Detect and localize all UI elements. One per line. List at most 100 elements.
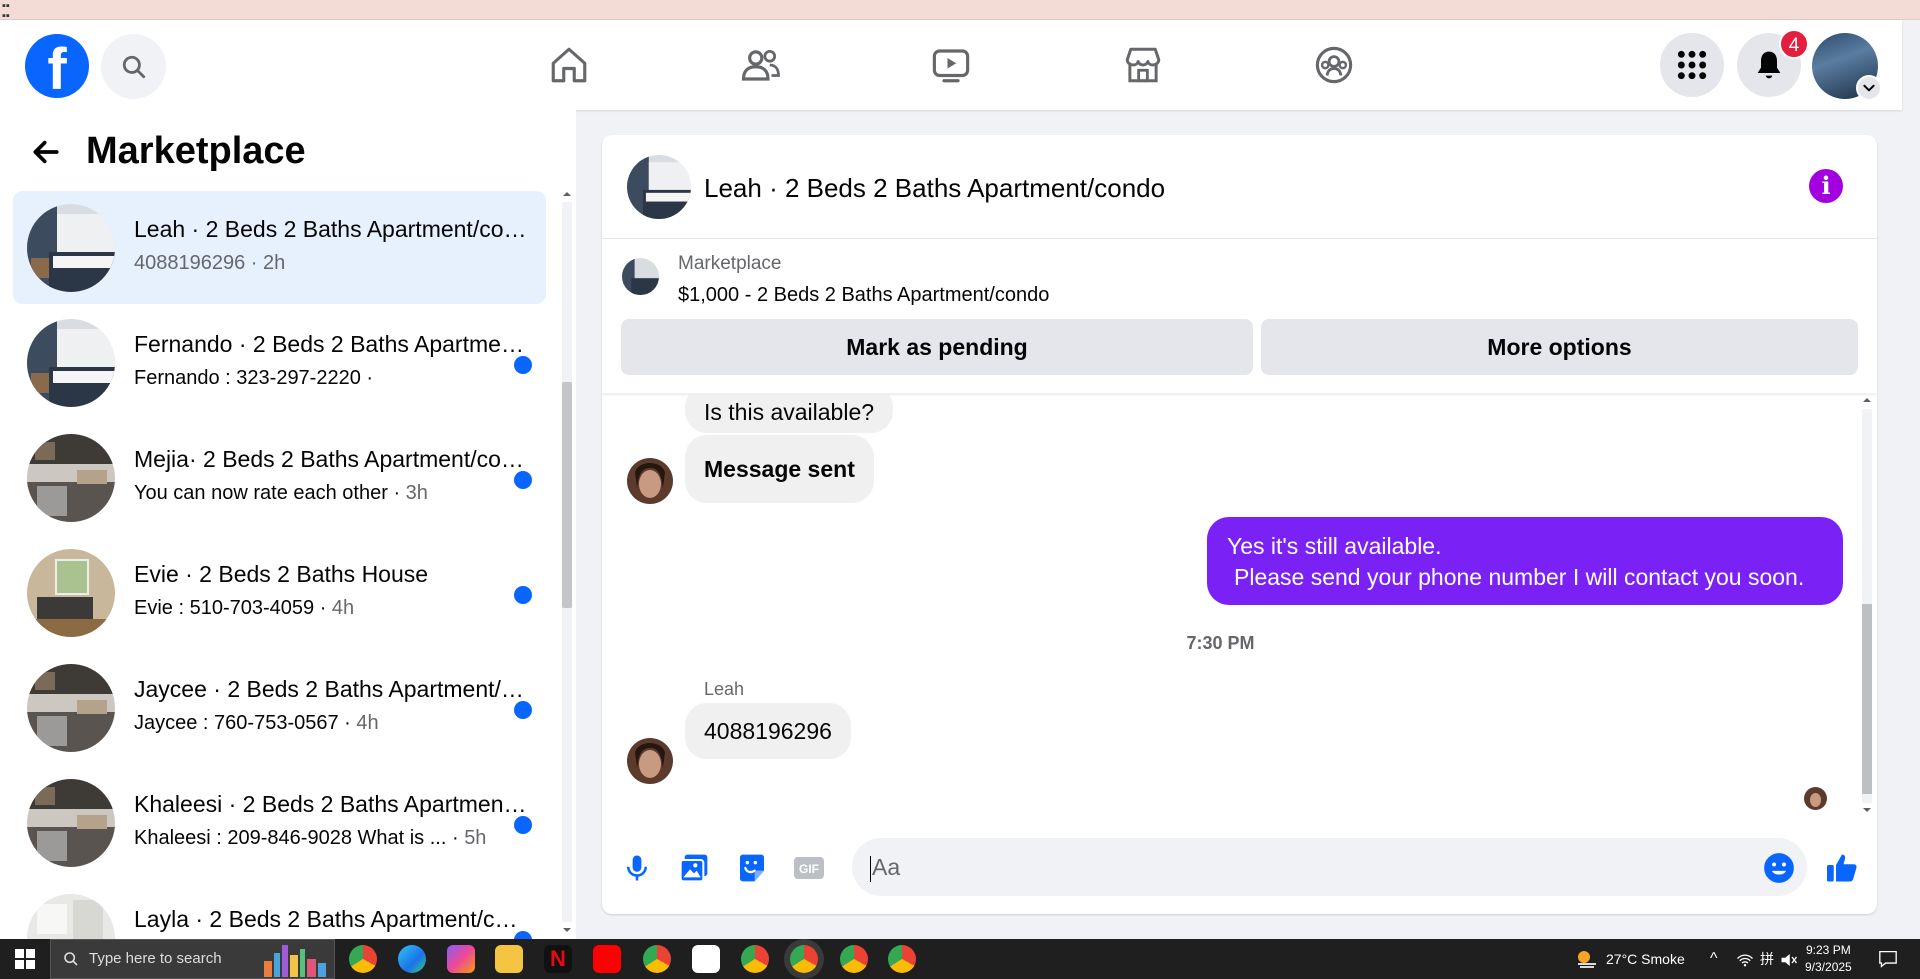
sticker-button[interactable] <box>732 848 772 888</box>
volume-icon[interactable] <box>1780 952 1798 968</box>
chrome-profile-taskbar-icon[interactable] <box>888 945 916 973</box>
mark-as-pending-button[interactable]: Mark as pending <box>621 319 1253 375</box>
windows-start-icon[interactable] <box>15 949 35 969</box>
system-clock[interactable]: 9:23 PM 9/3/2025 <box>1805 942 1852 976</box>
marketplace-listing-card: Marketplace $1,000 - 2 Beds 2 Baths Apar… <box>602 239 1877 393</box>
chrome-profile-taskbar-icon[interactable] <box>643 945 671 973</box>
text-caret <box>870 855 871 882</box>
wifi-icon[interactable] <box>1736 952 1754 968</box>
file-explorer-taskbar-icon[interactable] <box>495 945 523 973</box>
search-icon <box>122 55 145 78</box>
top-navigation-bar: f 4 <box>0 20 1902 110</box>
account-menu-chevron[interactable] <box>1856 75 1882 101</box>
sender-avatar[interactable] <box>627 738 673 784</box>
windows-taskbar: Type here to search N 27°C Smoke ^ 拼 9:2… <box>0 939 1920 979</box>
sidebar-header: Marketplace <box>30 130 306 173</box>
groups-icon <box>1315 46 1353 84</box>
edge-taskbar-icon[interactable] <box>398 945 426 973</box>
chrome-profile-taskbar-icon[interactable] <box>840 945 868 973</box>
conversation-time: 3h <box>405 482 428 504</box>
info-icon[interactable]: i <box>1809 169 1843 203</box>
conversation-item-mejia[interactable]: Mejia· 2 Beds 2 Baths Apartment/condo Yo… <box>13 421 546 534</box>
netflix-taskbar-icon[interactable]: N <box>544 945 572 973</box>
chat-header: Leah · 2 Beds 2 Baths Apartment/condo i <box>602 135 1877 239</box>
conversation-title: Mejia· 2 Beds 2 Baths Apartment/condo <box>134 446 529 472</box>
chat-listing-avatar[interactable] <box>627 155 691 219</box>
conversation-time: 5h <box>464 827 487 849</box>
conversation-time: 2h <box>263 252 286 274</box>
scrollbar-thumb[interactable] <box>1862 604 1872 794</box>
attach-photo-button[interactable] <box>674 848 714 888</box>
unread-dot <box>514 931 532 939</box>
chrome-taskbar-icon[interactable] <box>349 945 377 973</box>
bell-icon <box>1757 51 1781 79</box>
nav-home[interactable] <box>542 40 596 90</box>
menu-button[interactable] <box>1660 33 1724 97</box>
scroll-up-arrow-icon[interactable] <box>560 188 574 200</box>
conversation-item-leah[interactable]: Leah · 2 Beds 2 Baths Apartment/condo 40… <box>13 191 546 304</box>
seen-receipt-avatar <box>1804 787 1827 810</box>
chat-scrollbar[interactable] <box>1859 393 1875 817</box>
listing-thumbnail <box>27 204 115 292</box>
copilot-taskbar-icon[interactable] <box>447 945 475 973</box>
clock-date: 9/3/2025 <box>1805 960 1852 974</box>
thumbs-up-icon <box>1827 854 1857 882</box>
notifications-button[interactable]: 4 <box>1737 29 1809 97</box>
send-like-button[interactable] <box>1822 848 1862 888</box>
conversation-title: Jaycee · 2 Beds 2 Baths Apartment/condo <box>134 676 529 702</box>
conversation-preview: Jaycee : 760-753-0567 · 4h <box>134 712 379 734</box>
conversation-item-evie[interactable]: Evie · 2 Beds 2 Baths House Evie : 510-7… <box>13 536 546 649</box>
more-options-button[interactable]: More options <box>1261 319 1858 375</box>
conversation-time: 4h <box>331 597 355 619</box>
notification-center-icon[interactable] <box>1878 950 1898 968</box>
listing-price-title[interactable]: $1,000 - 2 Beds 2 Baths Apartment/condo <box>678 284 1049 307</box>
scroll-up-arrow-icon[interactable] <box>1859 393 1875 407</box>
video-icon <box>932 49 970 83</box>
conversation-title: Evie · 2 Beds 2 Baths House <box>134 561 429 587</box>
emoji-icon <box>1764 853 1794 883</box>
scroll-down-arrow-icon[interactable] <box>1859 803 1875 817</box>
listing-thumbnail <box>27 434 115 522</box>
marketplace-inbox-sidebar: Marketplace Leah · 2 Beds 2 Baths Apartm… <box>0 110 576 939</box>
emoji-button[interactable] <box>1759 848 1799 888</box>
gif-button[interactable]: GIF <box>789 848 829 888</box>
apps-grid-icon <box>1677 50 1707 80</box>
nav-video[interactable] <box>924 40 978 90</box>
conversation-preview: Fernando : 323-297-2220 · <box>134 367 374 389</box>
city-skyline-icon <box>264 945 326 977</box>
scrollbar-thumb[interactable] <box>562 382 572 608</box>
sender-avatar[interactable] <box>627 458 673 504</box>
chat-title[interactable]: Leah · 2 Beds 2 Baths Apartment/condo <box>704 173 1165 204</box>
friends-icon <box>741 49 780 81</box>
unread-dot <box>514 586 532 604</box>
conversation-time: 4h <box>356 712 379 734</box>
facebook-logo[interactable]: f <box>25 34 89 98</box>
unread-dot <box>514 356 532 374</box>
conversation-item-layla[interactable]: Layla · 2 Beds 2 Baths Apartment/condo <box>13 881 546 939</box>
conversation-title: Khaleesi · 2 Beds 2 Baths Apartment/cond… <box>134 791 529 817</box>
nav-marketplace[interactable] <box>1116 40 1170 90</box>
app-taskbar-icon[interactable] <box>692 945 720 973</box>
back-arrow-icon[interactable] <box>30 136 62 168</box>
chrome-active-taskbar-icon[interactable] <box>790 945 818 973</box>
chrome-profile-taskbar-icon[interactable] <box>741 945 769 973</box>
listing-thumbnail-small[interactable] <box>622 258 659 295</box>
sidebar-scrollbar[interactable] <box>560 188 574 938</box>
microphone-icon <box>627 855 647 881</box>
voice-clip-button[interactable] <box>617 848 657 888</box>
message-input[interactable]: Aa <box>852 838 1807 896</box>
conversation-item-jaycee[interactable]: Jaycee · 2 Beds 2 Baths Apartment/condo … <box>13 651 546 764</box>
search-button[interactable] <box>101 34 166 99</box>
nav-groups[interactable] <box>1307 40 1361 90</box>
nav-friends[interactable] <box>734 40 788 90</box>
chevron-up-icon[interactable]: ^ <box>1710 939 1718 979</box>
youtube-taskbar-icon[interactable] <box>593 945 621 973</box>
weather-text[interactable]: 27°C Smoke <box>1606 939 1685 979</box>
scroll-down-arrow-icon[interactable] <box>560 924 574 936</box>
conversation-item-khaleesi[interactable]: Khaleesi · 2 Beds 2 Baths Apartment/cond… <box>13 766 546 879</box>
language-icon[interactable]: 拼 <box>1760 939 1774 979</box>
weather-icon <box>1578 951 1596 968</box>
account-avatar[interactable] <box>1812 33 1882 101</box>
tab-actions-icon[interactable]: ▪▪ ▪▪ <box>2 1 10 22</box>
conversation-item-fernando[interactable]: Fernando · 2 Beds 2 Baths Apartment/cond… <box>13 306 546 419</box>
